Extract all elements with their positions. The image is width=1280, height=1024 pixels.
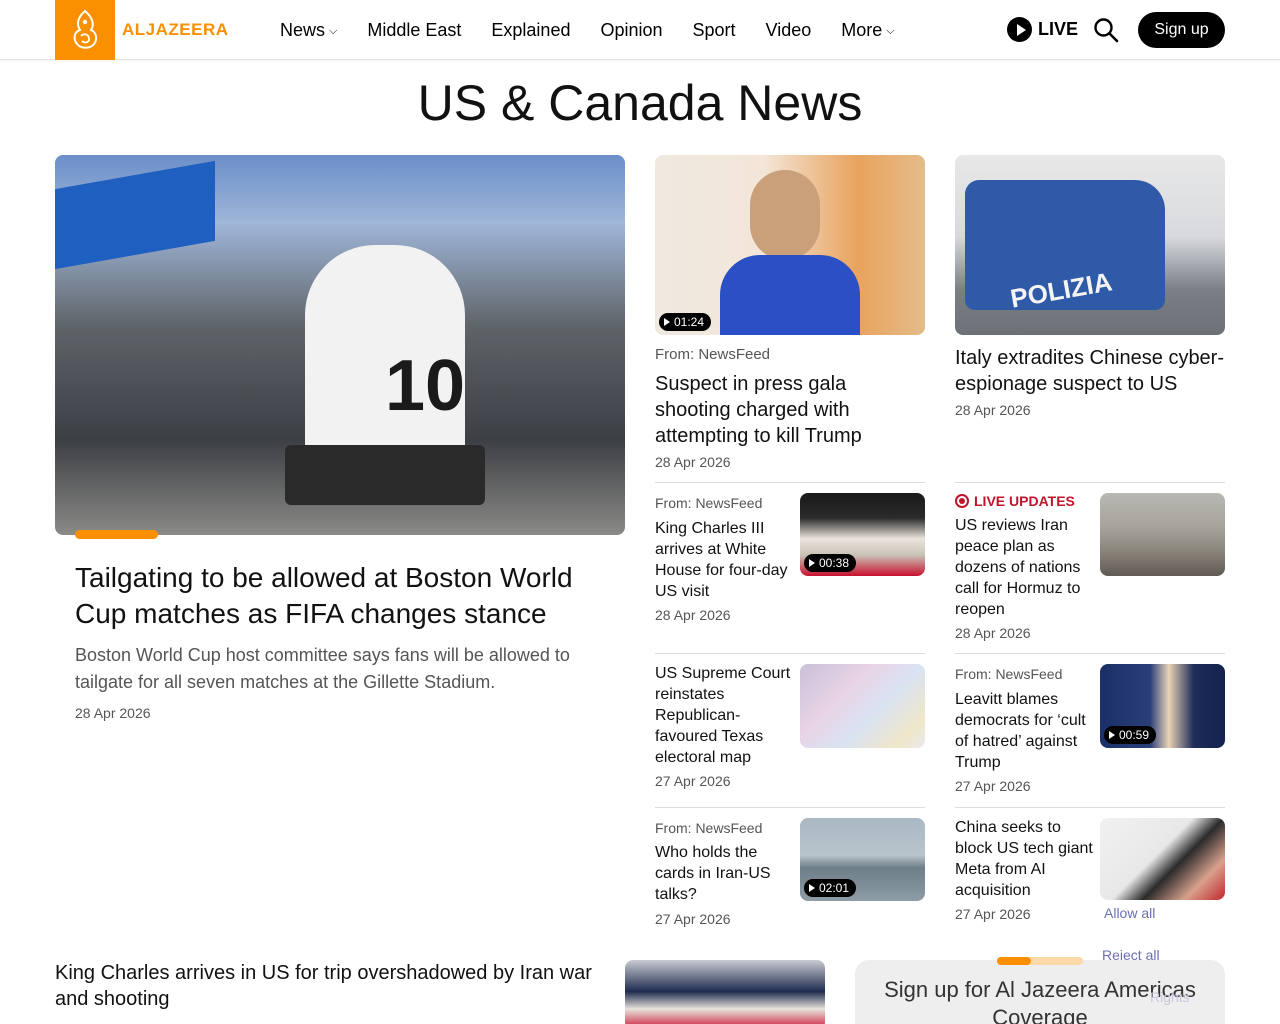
video-duration-badge: 00:38 <box>804 554 857 572</box>
divider <box>655 653 925 654</box>
list-image-boats[interactable]: 02:01 <box>800 818 925 901</box>
page-title: US & Canada News <box>417 75 863 131</box>
play-icon <box>809 884 815 892</box>
nav-label: More <box>841 19 883 40</box>
card-date: 28 Apr 2026 <box>955 402 1031 418</box>
nav-item-news[interactable]: News ⌵ <box>280 20 337 41</box>
list-item-date: 28 Apr 2026 <box>655 607 731 623</box>
canopy-shape <box>55 160 215 270</box>
main-nav: News ⌵ Middle East Explained Opinion Spor… <box>280 0 895 60</box>
bottom-story-image[interactable] <box>625 960 825 1024</box>
newsletter-progress-bar <box>997 957 1083 965</box>
allow-all-cookies-button[interactable]: Allow all <box>1104 905 1155 921</box>
list-item-headline[interactable]: Leavitt blames democrats for ‘cult of ha… <box>955 689 1095 773</box>
sketch-shirt <box>720 255 860 335</box>
chevron-down-icon: ⌵ <box>886 24 895 37</box>
list-item-date: 27 Apr 2026 <box>955 906 1031 922</box>
nav-item-more[interactable]: More ⌵ <box>841 20 894 41</box>
rights-link[interactable]: Rights <box>1150 989 1190 1005</box>
video-duration-badge: 00:59 <box>1104 726 1157 744</box>
video-duration-badge: 02:01 <box>804 879 857 897</box>
card-image-suspect-sketch[interactable]: 01:24 <box>655 155 925 335</box>
live-label: LIVE <box>1038 19 1079 39</box>
play-icon <box>1109 731 1115 739</box>
grill-shape <box>285 445 485 505</box>
card-image-polizia-van[interactable]: POLIZIA <box>955 155 1225 335</box>
list-item-headline[interactable]: US reviews Iran peace plan as dozens of … <box>955 515 1095 620</box>
nav-item-middle-east[interactable]: Middle East <box>367 20 461 41</box>
list-item-kicker: From: NewsFeed <box>655 820 763 836</box>
list-item-date: 28 Apr 2026 <box>955 625 1031 641</box>
video-duration-badge: 01:24 <box>659 313 712 331</box>
top-navigation-bar: ALJAZEERA News ⌵ Middle East Explained Op… <box>0 0 1280 60</box>
nav-item-opinion[interactable]: Opinion <box>600 20 662 41</box>
nav-label: Explained <box>491 19 571 40</box>
live-indicator-icon <box>955 494 969 508</box>
card-date: 28 Apr 2026 <box>655 454 731 470</box>
live-updates-label: LIVE UPDATES <box>974 493 1075 509</box>
divider <box>655 482 925 483</box>
search-icon[interactable] <box>1093 17 1119 43</box>
list-item-date: 27 Apr 2026 <box>655 773 731 789</box>
sign-up-button[interactable]: Sign up <box>1138 12 1225 48</box>
list-item-headline[interactable]: King Charles III arrives at White House … <box>655 518 795 602</box>
nav-label: Sport <box>692 19 736 40</box>
list-item-headline[interactable]: China seeks to block US tech giant Meta … <box>955 817 1095 901</box>
bottom-story-headline[interactable]: King Charles arrives in US for trip over… <box>55 960 600 1012</box>
duration-label: 00:59 <box>1119 728 1150 742</box>
list-item-kicker: From: NewsFeed <box>955 666 1063 682</box>
list-item-date: 27 Apr 2026 <box>655 911 731 927</box>
newsletter-progress-fill <box>997 957 1032 965</box>
nav-label: Video <box>765 19 812 40</box>
sketch-face <box>750 170 820 260</box>
feature-image[interactable]: 10 <box>55 155 625 535</box>
feature-headline[interactable]: Tailgating to be allowed at Boston World… <box>75 560 605 632</box>
nav-label: News <box>280 19 326 40</box>
nav-label: Middle East <box>367 19 462 40</box>
list-item-headline[interactable]: Who holds the cards in Iran-US talks? <box>655 842 785 905</box>
jersey-number: 10 <box>385 346 466 426</box>
card-headline[interactable]: Suspect in press gala shooting charged w… <box>655 371 915 449</box>
duration-label: 01:24 <box>674 315 705 329</box>
feature-summary: Boston World Cup host committee says fan… <box>75 645 570 692</box>
card-kicker: From: NewsFeed <box>655 346 771 363</box>
divider <box>955 482 1225 483</box>
live-link[interactable]: LIVE <box>1007 17 1078 42</box>
card-headline[interactable]: Italy extradites Chinese cyber-espionage… <box>955 345 1225 397</box>
duration-label: 02:01 <box>819 881 850 895</box>
list-item-date: 27 Apr 2026 <box>955 778 1031 794</box>
chevron-down-icon: ⌵ <box>329 24 338 37</box>
feature-date: 28 Apr 2026 <box>75 705 151 721</box>
list-image-smoke-city[interactable] <box>1100 493 1225 576</box>
play-icon <box>664 318 670 326</box>
list-item-kicker: From: NewsFeed <box>655 495 763 511</box>
play-icon <box>1007 17 1032 42</box>
aljazeera-logo[interactable] <box>55 0 115 60</box>
nav-item-explained[interactable]: Explained <box>491 20 570 41</box>
feature-accent-bar <box>75 530 158 539</box>
list-image-white-house[interactable]: 00:38 <box>800 493 925 576</box>
nav-item-sport[interactable]: Sport <box>693 20 736 41</box>
play-icon <box>809 559 815 567</box>
nav-label: Opinion <box>600 19 663 40</box>
divider <box>655 807 925 808</box>
list-image-electoral-map[interactable] <box>800 664 925 748</box>
divider <box>955 807 1225 808</box>
brand-name: ALJAZEERA <box>122 20 229 39</box>
duration-label: 00:38 <box>819 556 850 570</box>
aljazeera-logo-icon <box>73 9 98 49</box>
divider <box>955 653 1225 654</box>
list-image-leavitt-podium[interactable]: 00:59 <box>1100 664 1225 748</box>
list-item-headline[interactable]: US Supreme Court reinstates Republican-f… <box>655 663 795 768</box>
nav-item-video[interactable]: Video <box>766 20 812 41</box>
list-image-phone-hand[interactable] <box>1100 818 1225 900</box>
live-updates-tag: LIVE UPDATES <box>955 493 1075 509</box>
